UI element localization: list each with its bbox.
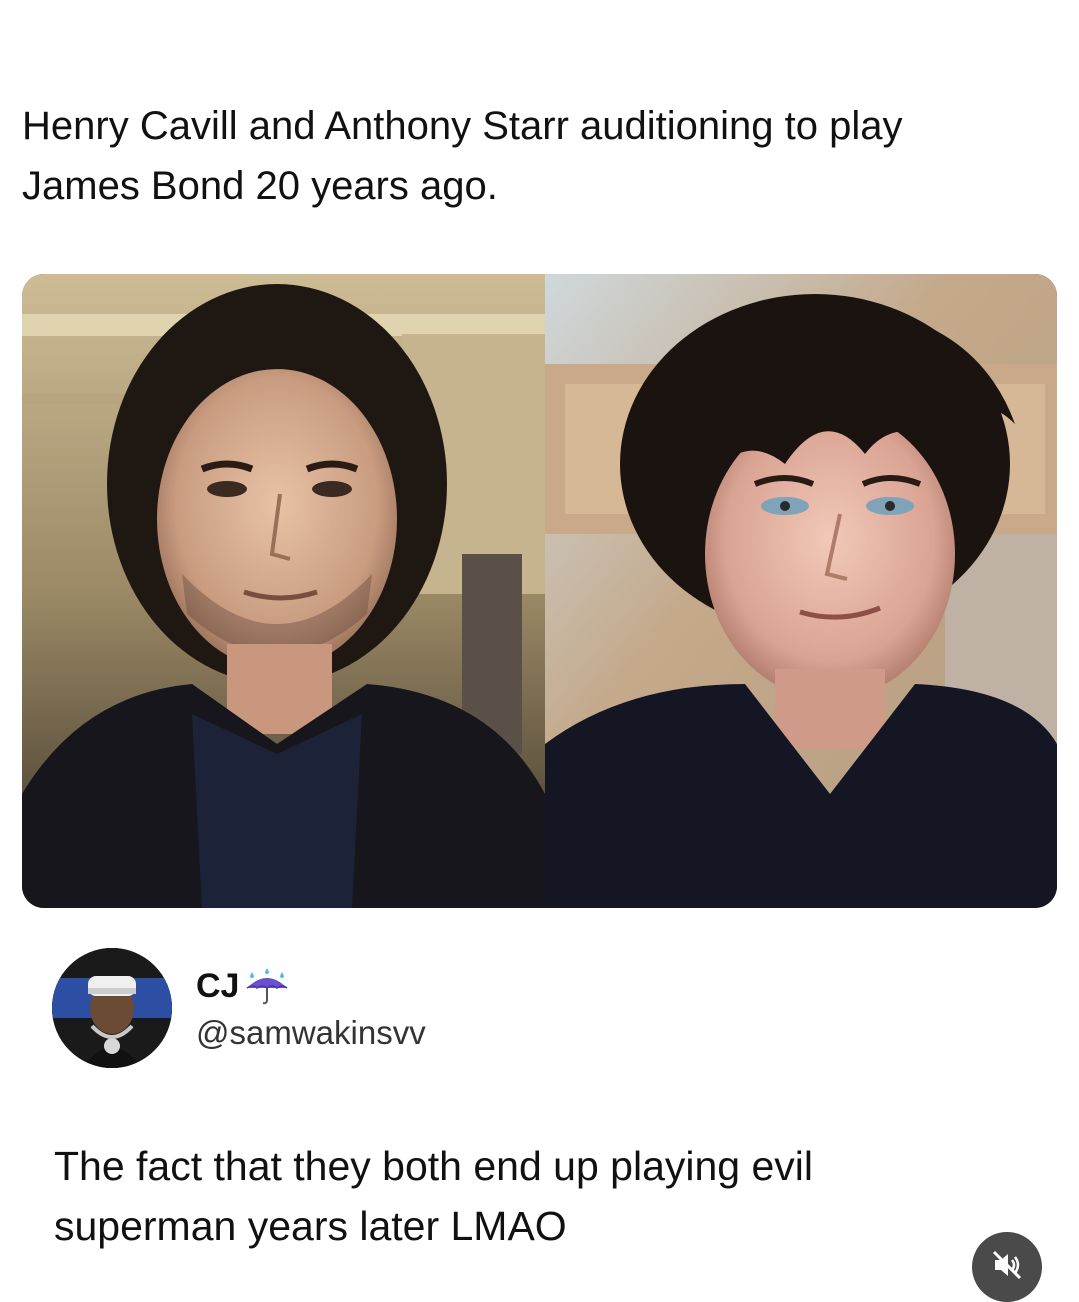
tweet-author[interactable]: CJ @samwakinsvv — [52, 948, 752, 1070]
speaker-muted-icon — [992, 1250, 1022, 1280]
tweet-text: The fact that they both end up playing e… — [54, 1136, 1014, 1256]
umbrella-with-rain-icon — [243, 966, 291, 1006]
display-name-row: CJ — [196, 966, 291, 1006]
post-caption: Henry Cavill and Anthony Starr auditioni… — [22, 96, 1042, 216]
post-image[interactable] — [22, 274, 1057, 908]
left-photo — [22, 274, 545, 908]
mute-button[interactable] — [972, 1232, 1042, 1302]
tweet-line-2: superman years later LMAO — [54, 1203, 567, 1249]
tweet-line-1: The fact that they both end up playing e… — [54, 1143, 814, 1189]
avatar[interactable] — [52, 948, 172, 1068]
caption-line-1: Henry Cavill and Anthony Starr auditioni… — [22, 104, 903, 148]
user-handle[interactable]: @samwakinsvv — [196, 1014, 426, 1052]
right-photo — [545, 274, 1057, 908]
display-name: CJ — [196, 966, 240, 1005]
caption-line-2: James Bond 20 years ago. — [22, 164, 498, 208]
